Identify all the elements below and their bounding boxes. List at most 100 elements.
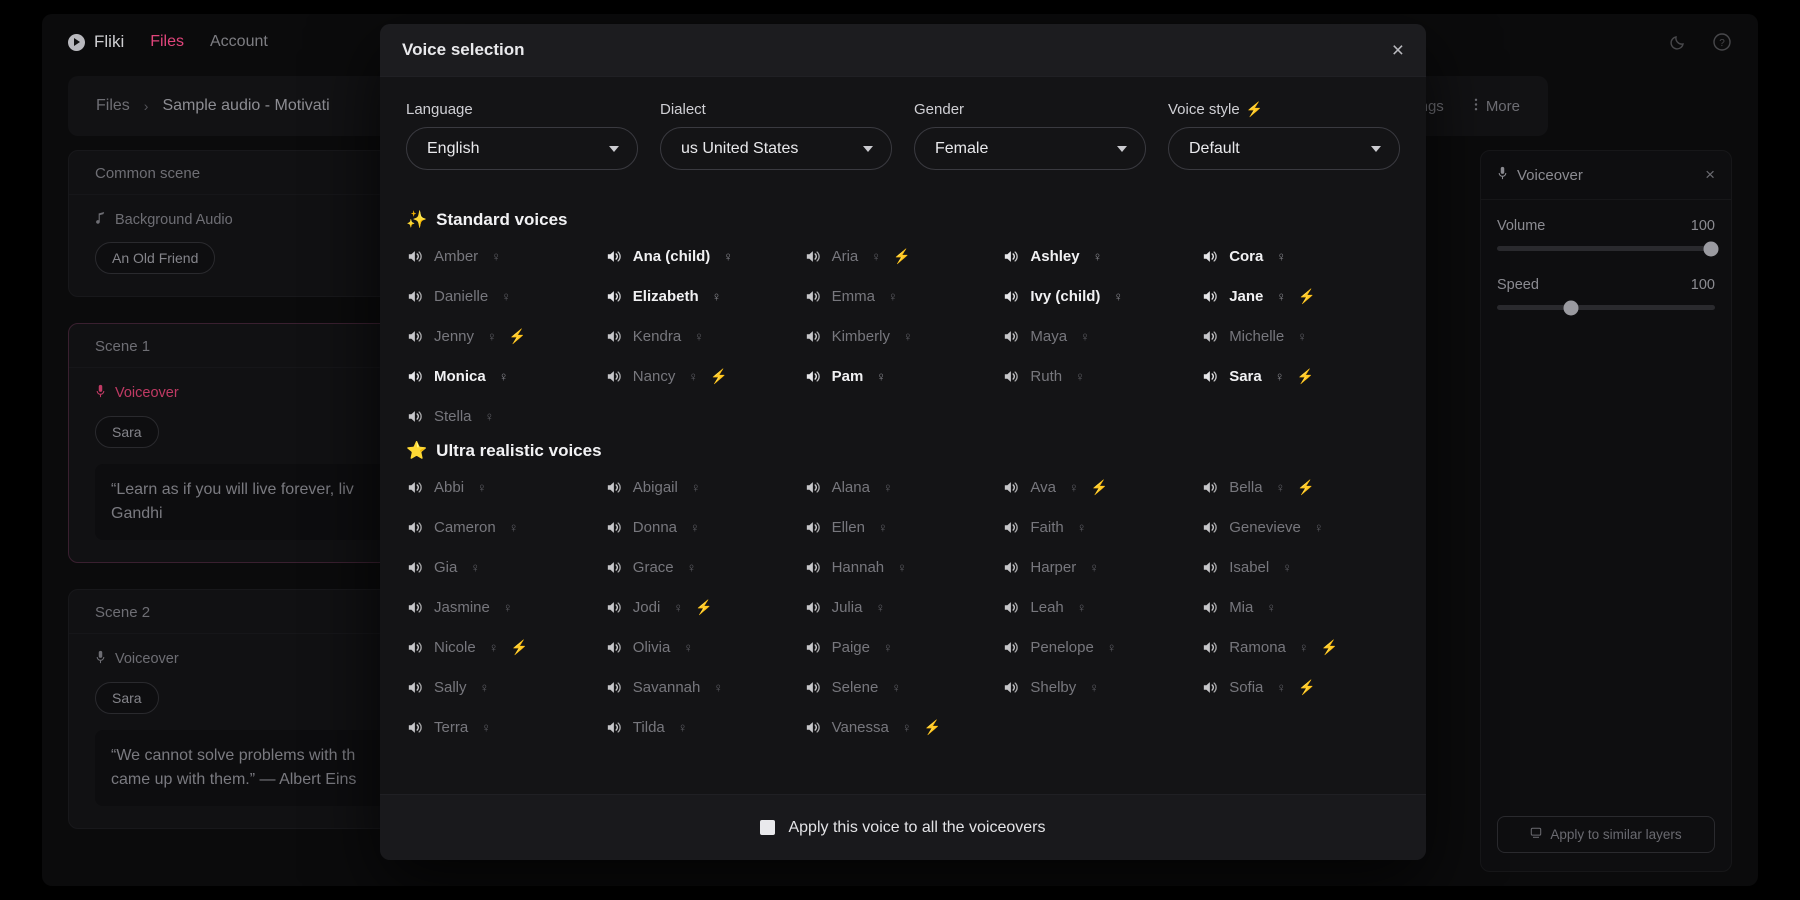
speaker-icon[interactable]	[804, 719, 821, 736]
voice-option[interactable]: Abbi♀	[406, 479, 605, 496]
speaker-icon[interactable]	[605, 288, 622, 305]
apply-to-all-checkbox[interactable]	[760, 820, 775, 835]
speaker-icon[interactable]	[605, 328, 622, 345]
voice-option[interactable]: Mia♀	[1201, 599, 1400, 616]
voice-option[interactable]: Olivia♀	[605, 639, 804, 656]
speaker-icon[interactable]	[605, 368, 622, 385]
voice-option[interactable]: Stella♀	[406, 408, 605, 425]
voice-option[interactable]: Kendra♀	[605, 328, 804, 345]
volume-slider-knob[interactable]	[1703, 241, 1718, 256]
voice-option[interactable]: Maya♀	[1002, 328, 1201, 345]
speaker-icon[interactable]	[406, 639, 423, 656]
speaker-icon[interactable]	[406, 559, 423, 576]
dialect-select[interactable]: us United States	[660, 127, 892, 170]
voice-option[interactable]: Hannah♀	[804, 559, 1003, 576]
language-select[interactable]: English	[406, 127, 638, 170]
more-button[interactable]: More	[1474, 97, 1520, 116]
speaker-icon[interactable]	[605, 639, 622, 656]
voice-option[interactable]: Terra♀	[406, 719, 605, 736]
voice-option[interactable]: Leah♀	[1002, 599, 1201, 616]
voice-option[interactable]: Kimberly♀	[804, 328, 1003, 345]
voice-option[interactable]: Danielle♀	[406, 288, 605, 305]
voice-chip[interactable]: Sara	[95, 682, 159, 714]
voice-option[interactable]: Penelope♀	[1002, 639, 1201, 656]
nav-item-files[interactable]: Files	[150, 33, 184, 51]
speaker-icon[interactable]	[804, 679, 821, 696]
speaker-icon[interactable]	[1002, 679, 1019, 696]
voice-option[interactable]: Isabel♀	[1201, 559, 1400, 576]
speaker-icon[interactable]	[804, 559, 821, 576]
voice-style-select[interactable]: Default	[1168, 127, 1400, 170]
voice-option[interactable]: Shelby♀	[1002, 679, 1201, 696]
speaker-icon[interactable]	[1201, 479, 1218, 496]
voice-option[interactable]: Donna♀	[605, 519, 804, 536]
voice-option[interactable]: Gia♀	[406, 559, 605, 576]
speaker-icon[interactable]	[804, 368, 821, 385]
nav-item-account[interactable]: Account	[210, 33, 268, 51]
speaker-icon[interactable]	[1002, 559, 1019, 576]
speaker-icon[interactable]	[1201, 248, 1218, 265]
voice-option[interactable]: Ivy (child)♀	[1002, 288, 1201, 305]
voice-option[interactable]: Monica♀	[406, 368, 605, 385]
voice-option[interactable]: Harper♀	[1002, 559, 1201, 576]
brand-logo[interactable]: Fliki	[68, 32, 124, 52]
help-icon[interactable]: ?	[1712, 32, 1732, 52]
voice-option[interactable]: Nicole♀⚡	[406, 639, 605, 656]
voice-option[interactable]: Elizabeth♀	[605, 288, 804, 305]
moon-icon[interactable]	[1668, 32, 1688, 52]
voice-option[interactable]: Ruth♀	[1002, 368, 1201, 385]
voice-option[interactable]: Jane♀⚡	[1201, 288, 1400, 305]
speaker-icon[interactable]	[406, 519, 423, 536]
speaker-icon[interactable]	[605, 479, 622, 496]
voice-option[interactable]: Vanessa♀⚡	[804, 719, 1003, 736]
close-icon[interactable]: ×	[1705, 165, 1715, 185]
voice-option[interactable]: Grace♀	[605, 559, 804, 576]
voice-option[interactable]: Pam♀	[804, 368, 1003, 385]
voice-option[interactable]: Cora♀	[1201, 248, 1400, 265]
speaker-icon[interactable]	[1201, 519, 1218, 536]
speaker-icon[interactable]	[605, 679, 622, 696]
speaker-icon[interactable]	[1002, 519, 1019, 536]
voice-chip[interactable]: Sara	[95, 416, 159, 448]
voice-option[interactable]: Bella♀⚡	[1201, 479, 1400, 496]
voice-option[interactable]: Savannah♀	[605, 679, 804, 696]
speaker-icon[interactable]	[804, 519, 821, 536]
speaker-icon[interactable]	[406, 679, 423, 696]
voice-option[interactable]: Tilda♀	[605, 719, 804, 736]
speaker-icon[interactable]	[406, 328, 423, 345]
speaker-icon[interactable]	[804, 639, 821, 656]
speaker-icon[interactable]	[804, 248, 821, 265]
speaker-icon[interactable]	[804, 599, 821, 616]
voice-option[interactable]: Nancy♀⚡	[605, 368, 804, 385]
speed-slider[interactable]	[1497, 305, 1715, 310]
speaker-icon[interactable]	[1201, 328, 1218, 345]
speaker-icon[interactable]	[804, 479, 821, 496]
voice-option[interactable]: Ava♀⚡	[1002, 479, 1201, 496]
speaker-icon[interactable]	[1201, 679, 1218, 696]
voice-option[interactable]: Genevieve♀	[1201, 519, 1400, 536]
speaker-icon[interactable]	[406, 599, 423, 616]
voice-option[interactable]: Sofia♀⚡	[1201, 679, 1400, 696]
voice-option[interactable]: Sara♀⚡	[1201, 368, 1400, 385]
voice-option[interactable]: Julia♀	[804, 599, 1003, 616]
volume-slider[interactable]	[1497, 246, 1715, 251]
speaker-icon[interactable]	[1002, 248, 1019, 265]
speaker-icon[interactable]	[605, 519, 622, 536]
voice-option[interactable]: Amber♀	[406, 248, 605, 265]
speaker-icon[interactable]	[804, 328, 821, 345]
speaker-icon[interactable]	[1201, 368, 1218, 385]
voice-option[interactable]: Ana (child)♀	[605, 248, 804, 265]
speaker-icon[interactable]	[1002, 288, 1019, 305]
voice-option[interactable]: Aria♀⚡	[804, 248, 1003, 265]
voice-option[interactable]: Faith♀	[1002, 519, 1201, 536]
gender-select[interactable]: Female	[914, 127, 1146, 170]
speaker-icon[interactable]	[406, 368, 423, 385]
speaker-icon[interactable]	[605, 248, 622, 265]
speed-slider-knob[interactable]	[1564, 300, 1579, 315]
voice-option[interactable]: Emma♀	[804, 288, 1003, 305]
voice-option[interactable]: Michelle♀	[1201, 328, 1400, 345]
audio-track-chip[interactable]: An Old Friend	[95, 242, 215, 274]
speaker-icon[interactable]	[1201, 559, 1218, 576]
speaker-icon[interactable]	[1201, 639, 1218, 656]
voice-option[interactable]: Abigail♀	[605, 479, 804, 496]
